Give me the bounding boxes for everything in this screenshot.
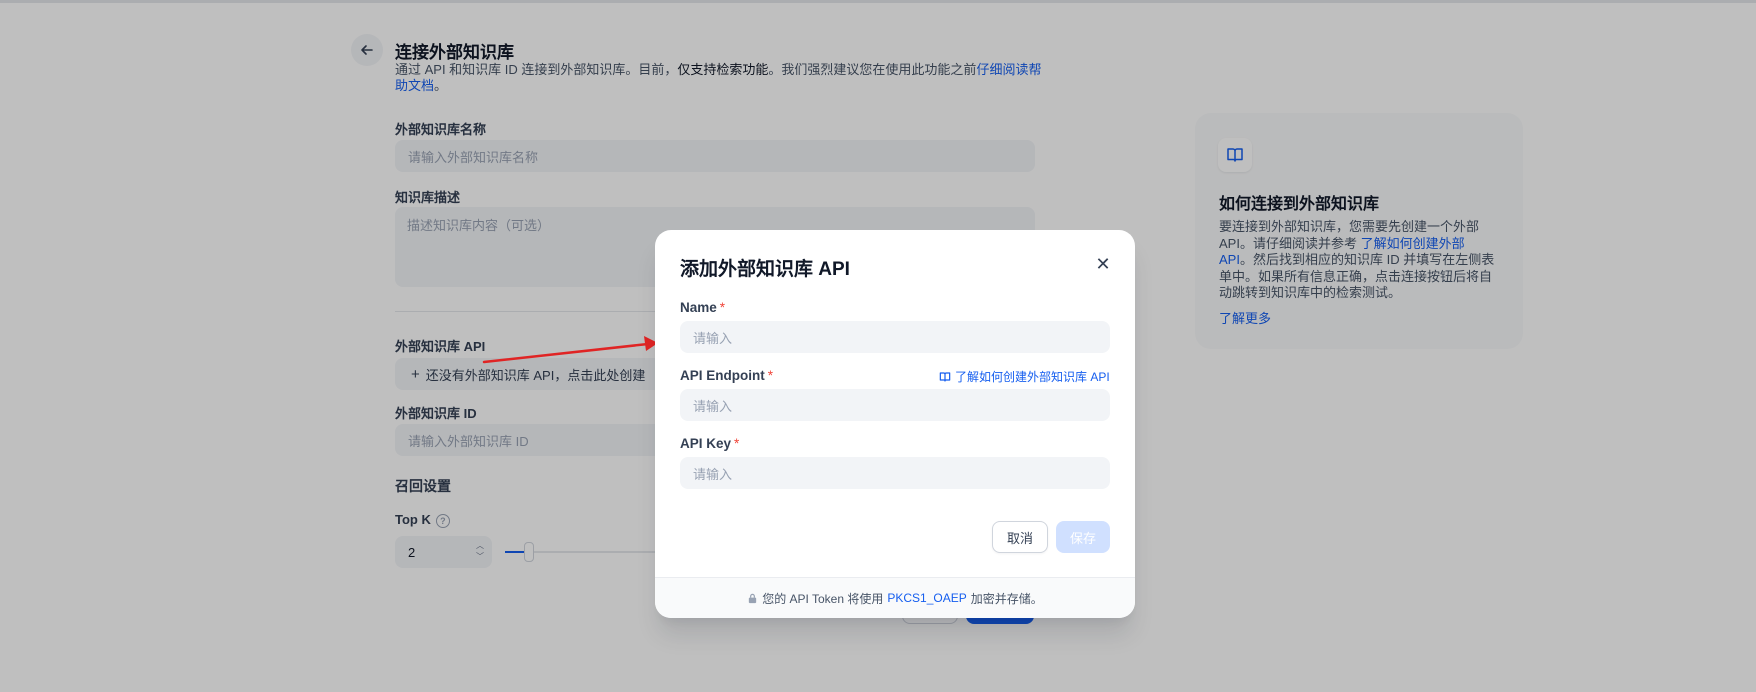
required-mark: * bbox=[767, 368, 774, 383]
modal-title: 添加外部知识库 API bbox=[680, 259, 850, 280]
modal-footer: 您的 API Token 将使用 PKCS1_OAEP 加密并存储。 bbox=[655, 577, 1135, 618]
name-input[interactable]: 请输入 bbox=[680, 321, 1110, 353]
api-key-label: API Key * bbox=[680, 436, 740, 451]
endpoint-label: API Endpoint * bbox=[680, 368, 774, 383]
required-mark: * bbox=[719, 300, 726, 315]
endpoint-input[interactable]: 请输入 bbox=[680, 389, 1110, 421]
api-key-input[interactable]: 请输入 bbox=[680, 457, 1110, 489]
pkcs-link[interactable]: PKCS1_OAEP bbox=[887, 591, 966, 605]
close-icon[interactable]: ✕ bbox=[1093, 254, 1113, 274]
name-label: Name * bbox=[680, 300, 726, 315]
add-external-api-modal: 添加外部知识库 API ✕ Name * 请输入 API Endpoint * 了解… bbox=[655, 230, 1135, 618]
lock-icon bbox=[749, 593, 757, 603]
required-mark: * bbox=[734, 436, 740, 451]
save-button[interactable]: 保存 bbox=[1056, 521, 1110, 553]
create-api-doc-link[interactable]: 了解如何创建外部知识库 API bbox=[939, 368, 1110, 385]
book-open-icon bbox=[939, 371, 951, 382]
cancel-button[interactable]: 取消 bbox=[992, 521, 1048, 553]
